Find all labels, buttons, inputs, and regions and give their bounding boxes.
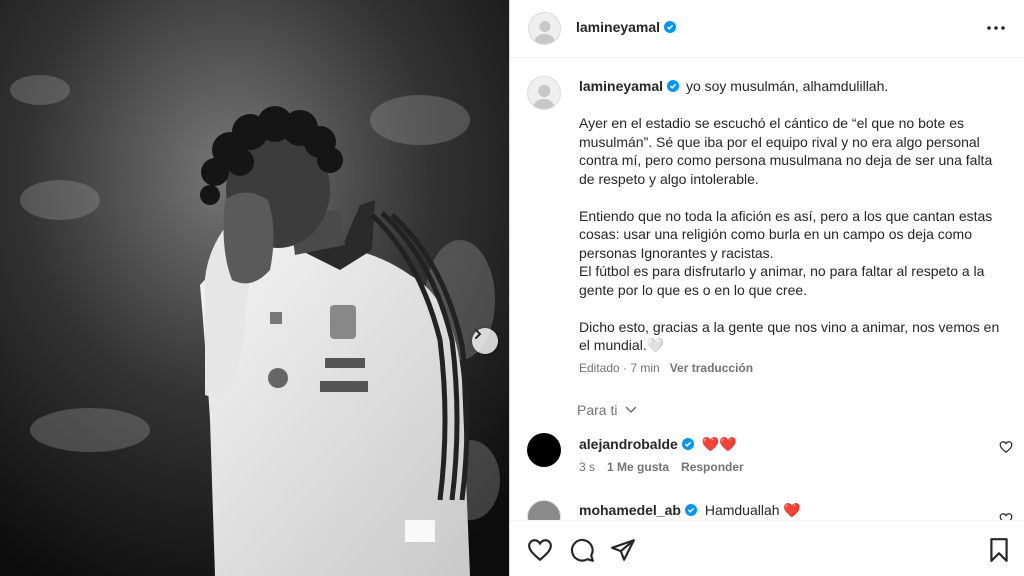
see-translation-link[interactable]: Ver traducción xyxy=(670,361,753,375)
more-options-icon[interactable] xyxy=(985,18,1007,38)
comment-body: mohamedel_ab Hamduallah ❤️ xyxy=(579,502,801,519)
chevron-down-icon xyxy=(625,406,637,414)
photo-illustration xyxy=(0,0,509,576)
verified-badge-icon xyxy=(667,80,680,92)
comment-meta: 3 s 1 Me gusta Responder xyxy=(579,460,756,474)
caption-paragraph: Ayer en el estadio se escuchó el cántico… xyxy=(579,115,993,187)
verified-badge-icon xyxy=(681,438,694,450)
heart-icon[interactable] xyxy=(999,440,1013,454)
comment-likes[interactable]: 1 Me gusta xyxy=(607,460,669,474)
post-details-panel: lamineyamal lamineyamal yo soy musulmán,… xyxy=(509,0,1024,576)
caption-username[interactable]: lamineyamal xyxy=(579,78,663,94)
commenter-username[interactable]: mohamedel_ab xyxy=(579,502,681,518)
author-name-row: lamineyamal xyxy=(576,19,677,37)
commenter-username[interactable]: alejandrobalde xyxy=(579,436,678,452)
comment-text: ❤️❤️ xyxy=(701,436,737,452)
chevron-right-icon xyxy=(475,329,482,339)
bookmark-icon[interactable] xyxy=(986,537,1012,563)
comment-icon[interactable] xyxy=(569,537,595,563)
comment-text: Hamduallah ❤️ xyxy=(704,502,801,518)
author-avatar[interactable] xyxy=(528,12,561,45)
commenter-avatar[interactable] xyxy=(527,433,561,467)
author-username[interactable]: lamineyamal xyxy=(576,19,660,35)
caption-text: lamineyamal yo soy musulmán, alhamdulill… xyxy=(579,77,1009,355)
caption-meta: Editado · 7 min Ver traducción xyxy=(579,361,753,375)
comment-time: 3 s xyxy=(579,460,596,474)
caption-paragraph: Dicho esto, gracias a la gente que nos v… xyxy=(579,318,1000,354)
caption-first-text: yo soy musulmán, alhamdulillah. xyxy=(685,78,889,94)
edited-timestamp: Editado · 7 min xyxy=(579,361,660,375)
caption-avatar[interactable] xyxy=(527,76,561,110)
next-photo-button[interactable] xyxy=(472,328,498,354)
share-icon[interactable] xyxy=(610,537,636,563)
for-you-label: Para ti xyxy=(577,402,618,418)
post-photo[interactable] xyxy=(0,0,509,576)
heart-icon[interactable] xyxy=(527,537,553,563)
verified-badge-icon xyxy=(684,504,697,516)
caption-paragraph: Entiendo que no toda la afición es así, … xyxy=(579,207,993,298)
post-actions-bar xyxy=(510,520,1024,576)
verified-badge-icon xyxy=(664,21,677,33)
reply-button[interactable]: Responder xyxy=(681,460,744,474)
comment-body: alejandrobalde ❤️❤️ xyxy=(579,436,737,453)
for-you-toggle[interactable]: Para ti xyxy=(577,402,637,418)
post-header: lamineyamal xyxy=(510,0,1024,58)
caption-first-line: lamineyamal yo soy musulmán, alhamdulill… xyxy=(579,77,1009,96)
